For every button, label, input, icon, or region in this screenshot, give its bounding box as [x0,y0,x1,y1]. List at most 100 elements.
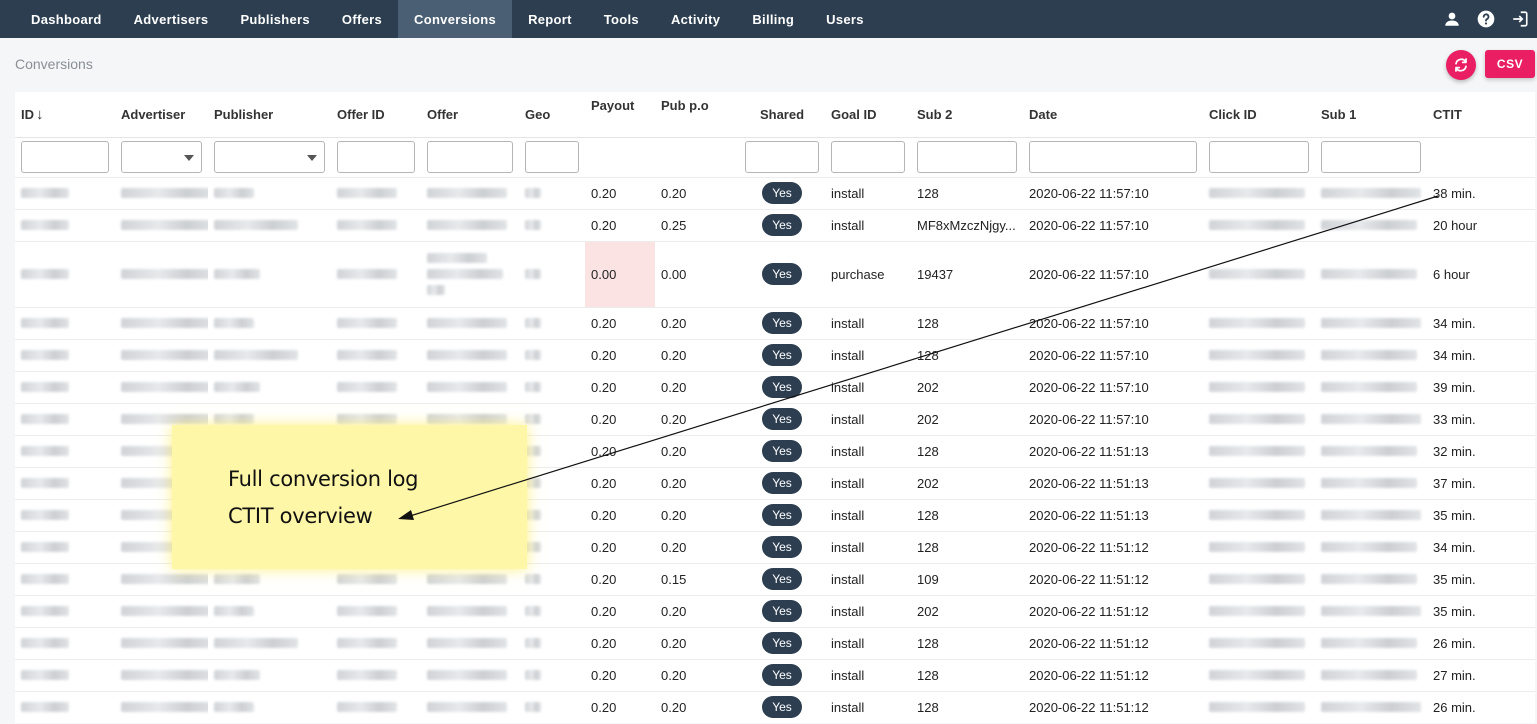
cell-geo [519,306,585,339]
header-ctit[interactable]: CTIT [1427,92,1535,137]
filter-advertiser-select[interactable] [121,141,202,173]
table-row[interactable]: 0.20 0.20 Yes install 202 2020-06-22 11:51:12… [15,594,1535,627]
nav-item-advertisers[interactable]: Advertisers [118,0,225,38]
redacted-value [21,219,69,230]
filter-offer-input[interactable] [427,141,513,173]
header-advertiser[interactable]: Advertiser [115,92,208,137]
redacted-value [121,268,208,279]
cell-sub2: 128 [911,658,1023,691]
redacted-value [1209,541,1305,552]
header-geo[interactable]: Geo [519,92,585,137]
header-offer-id[interactable]: Offer ID [331,92,421,137]
header-sub1[interactable]: Sub 1 [1315,92,1427,137]
shared-badge: Yes [762,504,802,526]
filter-sub1-input[interactable] [1321,141,1421,173]
table-row[interactable]: 0.20 0.20 Yes install 128 2020-06-22 11:57:10… [15,306,1535,339]
redacted-value [21,413,69,424]
redacted-value [337,605,397,616]
header-shared[interactable]: Shared [739,92,825,137]
redacted-value [214,349,298,360]
filter-goal-id-input[interactable] [831,141,905,173]
redacted-value [1209,187,1305,198]
shared-badge: Yes [762,664,802,686]
redacted-value [1209,349,1305,360]
filter-publisher-select[interactable] [214,141,325,173]
cell-date: 2020-06-22 11:57:10 [1023,338,1203,371]
cell-geo [519,530,585,563]
header-payout[interactable]: Payout [585,92,655,137]
nav-item-conversions[interactable]: Conversions [398,0,513,38]
cell-date: 2020-06-22 11:57:10 [1023,306,1203,339]
table-row[interactable]: 0.20 0.20 Yes install 128 2020-06-22 11:57:10… [15,338,1535,371]
shared-badge: Yes [762,568,802,590]
table-row[interactable]: 0.20 0.20 Yes install 128 2020-06-22 11:51:12… [15,690,1535,723]
redacted-value [21,381,69,392]
redacted-value [214,413,254,424]
cell-payout: 0.20 [585,594,655,627]
cell-geo [519,594,585,627]
redacted-value [121,413,208,424]
redacted-value [21,573,69,584]
redacted-value [427,669,507,680]
cell-id [15,338,115,371]
cell-advertiser [115,240,208,307]
filter-id-input[interactable] [21,141,109,173]
redacted-value [1209,317,1305,328]
header-id[interactable]: ID ↓ [15,92,115,137]
filter-sub2-input[interactable] [917,141,1017,173]
filter-date-input[interactable] [1029,141,1197,173]
cell-goal-id: install [825,208,911,241]
cell-publisher [208,306,331,339]
redacted-value [337,637,397,648]
header-publisher[interactable]: Publisher [208,92,331,137]
table-row[interactable]: 0.20 0.20 Yes install 128 2020-06-22 11:57:10… [15,176,1535,209]
redacted-value [337,317,397,328]
table-row[interactable]: 0.20 0.20 Yes install 202 2020-06-22 11:57:10… [15,370,1535,403]
filter-click-id-input[interactable] [1209,141,1309,173]
header-pub-po[interactable]: Pub p.o [655,92,739,137]
cell-id [15,402,115,435]
table-row[interactable]: 0.20 0.20 Yes install 128 2020-06-22 11:51:12… [15,658,1535,691]
header-click-id[interactable]: Click ID [1203,92,1315,137]
redacted-value [21,445,69,456]
csv-export-button[interactable]: CSV [1485,50,1535,78]
cell-pub-po: 0.20 [655,498,739,531]
help-icon[interactable] [1469,0,1503,38]
table-row[interactable]: 0.20 0.25 Yes install MF8xMzczNjgy... 2020-06… [15,208,1535,241]
cell-shared: Yes [739,562,825,595]
filter-geo-input[interactable] [525,141,579,173]
redacted-value [525,219,541,230]
nav-item-billing[interactable]: Billing [736,0,810,38]
cell-offer [421,658,519,691]
header-date[interactable]: Date [1023,92,1203,137]
user-icon[interactable] [1435,0,1469,38]
filter-shared-input[interactable] [745,141,819,173]
table-row[interactable]: 0.00 0.00 Yes purchase 19437 2020-06-22 11:57… [15,240,1535,307]
header-goal-id[interactable]: Goal ID [825,92,911,137]
cell-sub1 [1315,498,1427,531]
filter-offer-id-input[interactable] [337,141,415,173]
cell-goal-id: install [825,370,911,403]
nav-item-activity[interactable]: Activity [655,0,736,38]
header-offer[interactable]: Offer [421,92,519,137]
redacted-value [525,541,541,552]
logout-icon[interactable] [1503,0,1537,38]
table-row[interactable]: 0.20 0.20 Yes install 128 2020-06-22 11:51:12… [15,626,1535,659]
cell-publisher [208,240,331,307]
cell-geo [519,434,585,467]
redacted-value [21,605,69,616]
redacted-value [525,317,541,328]
nav-item-offers[interactable]: Offers [326,0,398,38]
cell-advertiser [115,176,208,209]
nav-item-tools[interactable]: Tools [588,0,655,38]
cell-click-id [1203,402,1315,435]
refresh-button[interactable] [1446,50,1476,80]
nav-item-dashboard[interactable]: Dashboard [0,0,118,38]
nav-item-users[interactable]: Users [810,0,880,38]
redacted-value [1209,477,1305,488]
nav-item-publishers[interactable]: Publishers [224,0,325,38]
nav-item-report[interactable]: Report [512,0,588,38]
header-sub2[interactable]: Sub 2 [911,92,1023,137]
redacted-value [337,701,397,712]
redacted-value [121,219,208,230]
